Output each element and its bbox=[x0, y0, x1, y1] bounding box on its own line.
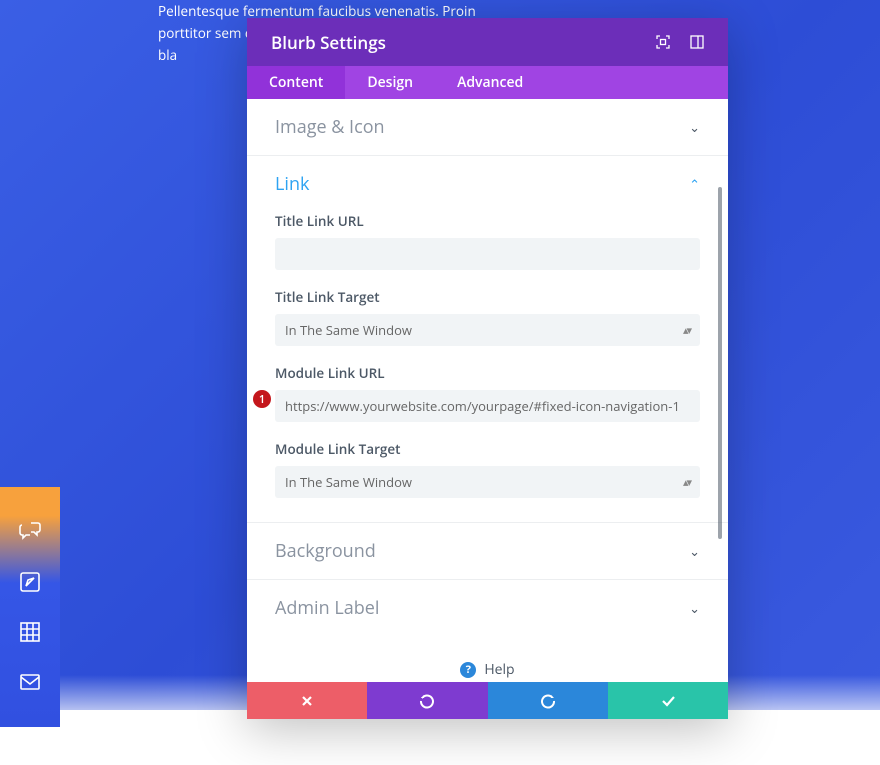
tab-design[interactable]: Design bbox=[345, 66, 435, 99]
section-image-icon: Image & Icon ⌄ bbox=[247, 99, 728, 156]
section-title: Background bbox=[275, 539, 376, 563]
field-label: Module Link Target bbox=[275, 440, 700, 458]
section-background: Background ⌄ bbox=[247, 523, 728, 580]
section-title: Image & Icon bbox=[275, 115, 385, 139]
section-head-background[interactable]: Background ⌄ bbox=[247, 523, 728, 579]
modal-title: Blurb Settings bbox=[271, 31, 386, 54]
grid-icon[interactable] bbox=[0, 607, 60, 657]
section-title: Link bbox=[275, 172, 309, 196]
select-value: In The Same Window bbox=[285, 321, 412, 339]
title-link-target-select[interactable]: In The Same Window ▴▾ bbox=[275, 314, 700, 346]
help-label: Help bbox=[484, 660, 514, 679]
help-icon: ? bbox=[460, 662, 476, 678]
field-label: Title Link Target bbox=[275, 288, 700, 306]
modal-header[interactable]: Blurb Settings bbox=[247, 18, 728, 66]
chat-icon[interactable] bbox=[0, 507, 60, 557]
module-link-url-input[interactable] bbox=[275, 390, 700, 422]
chevron-up-icon: ⌃ bbox=[689, 175, 700, 193]
field-title-link-url: Title Link URL bbox=[275, 212, 700, 270]
field-label: Title Link URL bbox=[275, 212, 700, 230]
redo-button[interactable] bbox=[488, 682, 608, 719]
modal-body: Image & Icon ⌄ Link ⌃ Title Link URL Tit… bbox=[247, 99, 728, 682]
pen-icon[interactable] bbox=[0, 557, 60, 607]
tab-content[interactable]: Content bbox=[247, 66, 345, 99]
annotation-badge-1: 1 bbox=[253, 390, 271, 408]
module-link-target-select[interactable]: In The Same Window ▴▾ bbox=[275, 466, 700, 498]
settings-modal: Blurb Settings Content Design Advanced I… bbox=[247, 18, 728, 719]
section-head-admin-label[interactable]: Admin Label ⌄ bbox=[247, 580, 728, 636]
help-button[interactable]: ? Help bbox=[247, 636, 728, 682]
modal-tabs: Content Design Advanced bbox=[247, 66, 728, 99]
select-caret-icon: ▴▾ bbox=[683, 475, 690, 490]
modal-header-actions bbox=[656, 35, 704, 49]
field-module-link-url: Module Link URL 1 bbox=[275, 364, 700, 422]
chevron-down-icon: ⌄ bbox=[689, 599, 700, 617]
modal-footer bbox=[247, 682, 728, 719]
expand-icon[interactable] bbox=[656, 35, 670, 49]
field-module-link-target: Module Link Target In The Same Window ▴▾ bbox=[275, 440, 700, 498]
undo-button[interactable] bbox=[367, 682, 487, 719]
select-value: In The Same Window bbox=[285, 473, 412, 491]
section-title: Admin Label bbox=[275, 596, 379, 620]
cancel-button[interactable] bbox=[247, 682, 367, 719]
save-button[interactable] bbox=[608, 682, 728, 719]
builder-sidebar bbox=[0, 487, 60, 727]
snap-icon[interactable] bbox=[690, 35, 704, 49]
section-content-link: Title Link URL Title Link Target In The … bbox=[247, 212, 728, 522]
field-label: Module Link URL bbox=[275, 364, 700, 382]
title-link-url-input[interactable] bbox=[275, 238, 700, 270]
mail-icon[interactable] bbox=[0, 657, 60, 707]
chevron-down-icon: ⌄ bbox=[689, 118, 700, 136]
chevron-down-icon: ⌄ bbox=[689, 542, 700, 560]
select-caret-icon: ▴▾ bbox=[683, 323, 690, 338]
section-head-image-icon[interactable]: Image & Icon ⌄ bbox=[247, 99, 728, 155]
field-title-link-target: Title Link Target In The Same Window ▴▾ bbox=[275, 288, 700, 346]
section-head-link[interactable]: Link ⌃ bbox=[247, 156, 728, 212]
section-link: Link ⌃ Title Link URL Title Link Target … bbox=[247, 156, 728, 523]
scrollbar[interactable] bbox=[718, 187, 722, 539]
section-admin-label: Admin Label ⌄ bbox=[247, 580, 728, 636]
tab-advanced[interactable]: Advanced bbox=[435, 66, 545, 99]
